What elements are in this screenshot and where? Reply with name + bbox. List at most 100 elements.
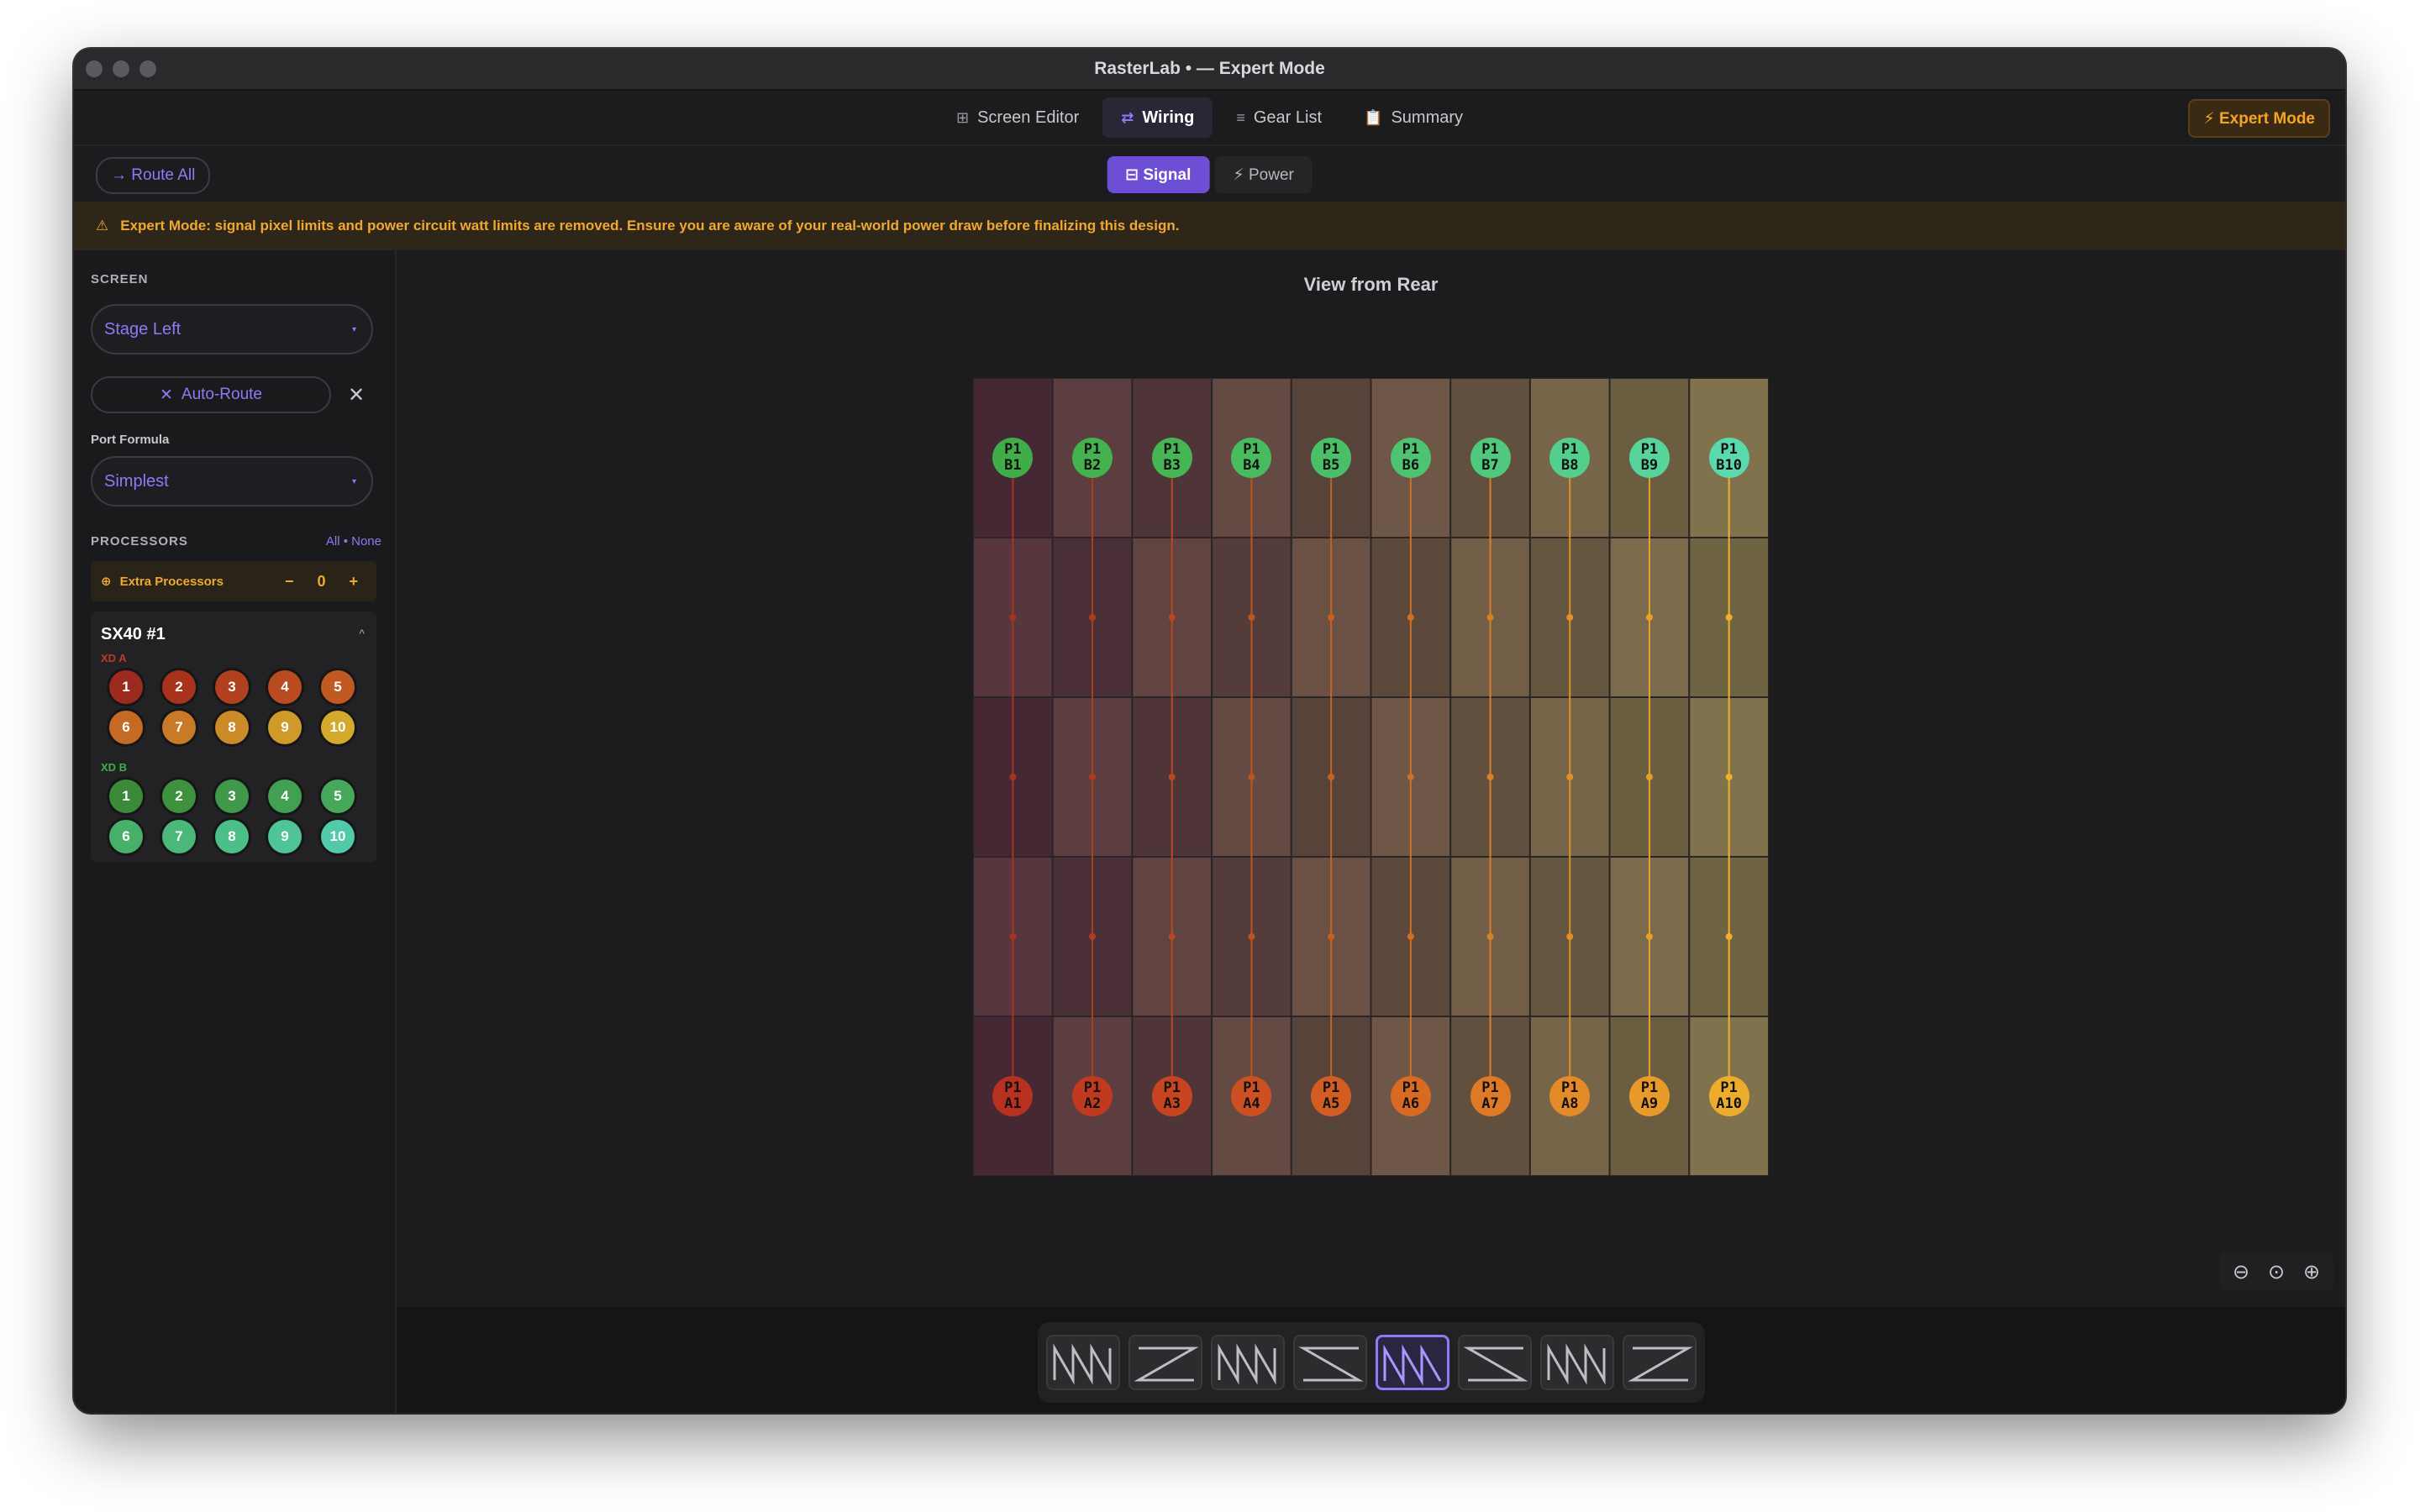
wire-junction [1009, 774, 1017, 780]
auto-route-button[interactable]: ✕ Auto-Route [91, 376, 331, 413]
port-formula-select[interactable]: Simplest ▾ [91, 456, 373, 507]
node-port: A6 [1402, 1095, 1420, 1112]
node-processor: P1 [1322, 441, 1340, 458]
port-b-9[interactable]: 9 [268, 820, 302, 853]
wiring-pattern-7[interactable] [1539, 1335, 1614, 1390]
port-b-3[interactable]: 3 [215, 780, 249, 813]
panel-grid-svg [973, 378, 1769, 1176]
node-processor: P1 [1640, 1079, 1659, 1096]
processors-label: PROCESSORS [91, 534, 188, 549]
port-node-b9[interactable]: P1 B9 [1628, 438, 1670, 478]
zoom-window-button[interactable] [139, 60, 156, 77]
pattern-icon [1297, 1347, 1364, 1382]
power-mode-button[interactable]: ⚡ Power [1214, 156, 1313, 193]
port-a-5[interactable]: 5 [321, 670, 355, 704]
port-b-5[interactable]: 5 [321, 780, 355, 813]
route-all-button[interactable]: → Route All [96, 157, 211, 194]
tab-wiring[interactable]: ⇄ Wiring [1102, 97, 1213, 138]
port-a-8[interactable]: 8 [215, 711, 249, 744]
port-b-10[interactable]: 10 [321, 820, 355, 853]
wiring-pattern-picker [1037, 1322, 1705, 1403]
port-node-b7[interactable]: P1 B7 [1470, 438, 1511, 478]
port-node-b6[interactable]: P1 B6 [1390, 438, 1431, 478]
port-node-a8[interactable]: P1 A8 [1549, 1076, 1591, 1116]
node-port: B2 [1083, 457, 1102, 474]
port-b-7[interactable]: 7 [162, 820, 196, 853]
wiring-pattern-3[interactable] [1210, 1335, 1285, 1390]
screen-select[interactable]: Stage Left ▾ [91, 304, 373, 354]
zoom-reset-icon[interactable]: ⊙ [2263, 1260, 2290, 1284]
node-processor: P1 [1243, 441, 1260, 458]
port-node-a10[interactable]: P1 A10 [1708, 1076, 1749, 1116]
node-port: B7 [1481, 457, 1499, 474]
port-a-1[interactable]: 1 [109, 670, 143, 704]
node-processor: P1 [1004, 441, 1022, 458]
port-a-10[interactable]: 10 [321, 711, 355, 744]
clear-route-button[interactable]: ✕ [348, 383, 365, 407]
wire-junction [1009, 933, 1017, 940]
port-a-2[interactable]: 2 [162, 670, 196, 704]
port-node-a7[interactable]: P1 A7 [1470, 1076, 1511, 1116]
wiring-pattern-6[interactable] [1457, 1335, 1532, 1390]
wire-junction [1566, 774, 1574, 780]
port-node-b1[interactable]: P1 B1 [992, 438, 1034, 478]
zoom-out-icon[interactable]: ⊖ [2228, 1260, 2254, 1284]
tab-screen-editor[interactable]: ⊞ Screen Editor [938, 97, 1097, 138]
port-b-6[interactable]: 6 [109, 820, 143, 853]
tab-bar: ⊞ Screen Editor ⇄ Wiring ≡ Gear List 📋 Summary … [74, 91, 2345, 146]
port-b-1[interactable]: 1 [109, 780, 143, 813]
chevron-up-icon[interactable]: ^ [359, 627, 365, 640]
close-window-button[interactable] [86, 60, 103, 77]
port-node-b3[interactable]: P1 B3 [1151, 438, 1192, 478]
port-node-a9[interactable]: P1 A9 [1628, 1076, 1670, 1116]
port-a-9[interactable]: 9 [268, 711, 302, 744]
port-a-4[interactable]: 4 [268, 670, 302, 704]
port-node-b10[interactable]: P1 B10 [1708, 438, 1749, 478]
node-port: A5 [1322, 1095, 1340, 1112]
port-node-a3[interactable]: P1 A3 [1151, 1076, 1192, 1116]
wiring-pattern-1[interactable] [1045, 1335, 1120, 1390]
extra-processors-stepper: − 0 + [285, 573, 358, 591]
pattern-icon [1133, 1347, 1199, 1382]
port-b-4[interactable]: 4 [268, 780, 302, 813]
port-b-2[interactable]: 2 [162, 780, 196, 813]
port-a-6[interactable]: 6 [109, 711, 143, 744]
pattern-path [1627, 1347, 1693, 1382]
port-node-a5[interactable]: P1 A5 [1311, 1076, 1352, 1116]
zoom-in-icon[interactable]: ⊕ [2298, 1260, 2325, 1284]
extra-processors-row: ⊕ Extra Processors − 0 + [91, 561, 376, 601]
port-b-8[interactable]: 8 [215, 820, 249, 853]
decrement-button[interactable]: − [285, 573, 294, 591]
wire-junction [1248, 774, 1255, 780]
processor-card: SX40 #1 ^ XD A XD B 1 2 3 4 5 6 7 8 9 10 1 2 3 4 5 6 7 8 9… [91, 612, 376, 862]
wire-junction [1407, 614, 1414, 621]
tab-gear-list[interactable]: ≡ Gear List [1218, 97, 1340, 138]
wire-junction [1168, 933, 1176, 940]
port-node-a2[interactable]: P1 A2 [1072, 1076, 1113, 1116]
increment-button[interactable]: + [349, 573, 358, 591]
port-a-3[interactable]: 3 [215, 670, 249, 704]
wire-junction [1566, 614, 1574, 621]
pattern-path [1383, 1344, 1441, 1386]
all-none-links[interactable]: All • None [326, 534, 381, 549]
port-node-a1[interactable]: P1 A1 [992, 1076, 1034, 1116]
port-node-a6[interactable]: P1 A6 [1390, 1076, 1431, 1116]
tab-summary[interactable]: 📋 Summary [1345, 97, 1481, 138]
wire-junction [1407, 774, 1414, 780]
wiring-pattern-8[interactable] [1622, 1335, 1697, 1390]
port-node-b5[interactable]: P1 B5 [1311, 438, 1352, 478]
expert-mode-button[interactable]: ⚡ Expert Mode [2188, 99, 2330, 138]
port-node-b2[interactable]: P1 B2 [1072, 438, 1113, 478]
node-port: A8 [1561, 1095, 1579, 1112]
wiring-pattern-4[interactable] [1292, 1335, 1367, 1390]
port-node-b8[interactable]: P1 B8 [1549, 438, 1591, 478]
wiring-pattern-5[interactable] [1375, 1335, 1449, 1390]
port-a-7[interactable]: 7 [162, 711, 196, 744]
minimize-window-button[interactable] [113, 60, 129, 77]
port-formula-label: Port Formula [91, 433, 170, 447]
wiring-pattern-2[interactable] [1128, 1335, 1202, 1390]
node-processor: P1 [1720, 1079, 1738, 1096]
tab-label: Screen Editor [977, 108, 1080, 127]
signal-mode-button[interactable]: ⊟ Signal [1107, 156, 1210, 193]
node-processor: P1 [1163, 441, 1181, 458]
